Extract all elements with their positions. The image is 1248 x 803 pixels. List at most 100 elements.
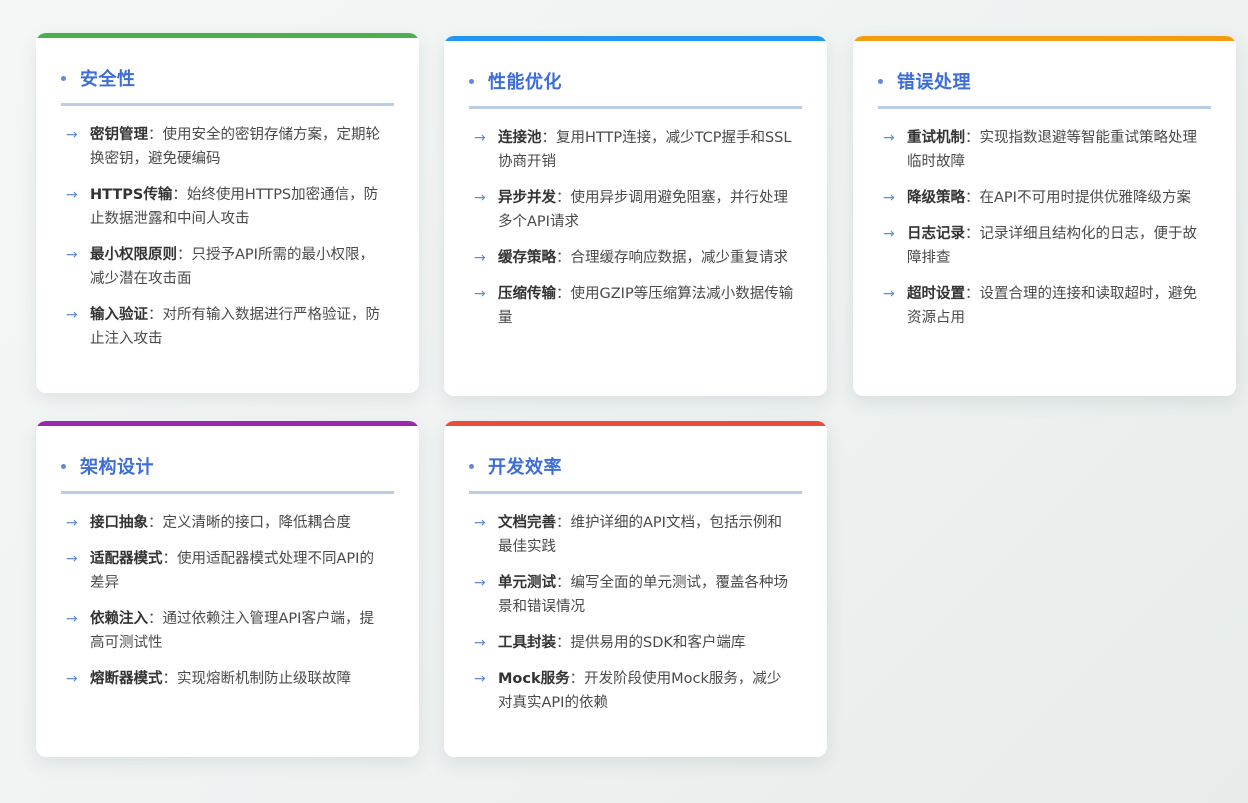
arrow-right-icon: → [66,307,78,323]
item-title: 工具封装 [498,635,556,651]
arrow-right-icon: → [474,130,486,146]
item-list: → 接口抽象：定义清晰的接口，降低耦合度 → 适配器模式：使用适配器模式处理不同… [66,511,386,703]
item-title: 连接池 [498,130,542,146]
arrow-right-icon: → [66,611,78,627]
item-list: → 重试机制：实现指数退避等智能重试策略处理临时故障 → 降级策略：在API不可… [883,126,1203,342]
divider [61,103,394,106]
card-title: 开发效率 [488,457,562,478]
item-separator: ： [172,187,187,203]
list-item: → 工具封装：提供易用的SDK和客户端库 [474,631,794,655]
arrow-right-icon: → [66,551,78,567]
item-list: → 密钥管理：使用安全的密钥存储方案，定期轮换密钥，避免硬编码 → HTTPS传… [66,123,386,363]
item-title: HTTPS传输 [90,187,173,203]
item-list: → 连接池：复用HTTP连接，减少TCP握手和SSL协商开销 → 异步并发：使用… [474,126,794,342]
item-separator: ： [965,226,980,242]
item-title: 重试机制 [907,130,965,146]
divider [878,106,1211,109]
item-separator: ： [162,671,178,687]
bullet-icon [878,78,883,84]
item-title: 输入验证 [90,307,148,323]
item-title: 接口抽象 [90,515,148,531]
list-item: → 熔断器模式：实现熔断机制防止级联故障 [66,667,386,691]
card-performance: 性能优化 → 连接池：复用HTTP连接，减少TCP握手和SSL协商开销 → 异步… [444,36,827,396]
item-list: → 文档完善：维护详细的API文档，包括示例和最佳实践 → 单元测试：编写全面的… [474,511,794,727]
card-title: 安全性 [80,69,136,90]
list-item: → Mock服务：开发阶段使用Mock服务，减少对真实API的依赖 [474,667,794,715]
list-item: → 输入验证：对所有输入数据进行严格验证，防止注入攻击 [66,303,386,351]
arrow-right-icon: → [474,515,486,531]
item-separator: ： [965,286,980,302]
list-item: → HTTPS传输：始终使用HTTPS加密通信，防止数据泄露和中间人攻击 [66,183,386,231]
arrow-right-icon: → [66,247,78,263]
item-separator: ： [148,515,163,531]
list-item: → 异步并发：使用异步调用避免阻塞，并行处理多个API请求 [474,186,794,234]
item-title: 最小权限原则 [90,247,177,263]
item-separator: ： [965,130,980,146]
item-title: 密钥管理 [90,127,148,143]
item-separator: ： [556,286,571,302]
arrow-right-icon: → [883,190,895,206]
arrow-right-icon: → [474,635,486,651]
arrow-right-icon: → [474,286,486,302]
list-item: → 超时设置：设置合理的连接和读取超时，避免资源占用 [883,282,1203,330]
card-header: 性能优化 [469,68,562,94]
arrow-right-icon: → [474,190,486,206]
list-item: → 最小权限原则：只授予API所需的最小权限，减少潜在攻击面 [66,243,386,291]
item-title: 单元测试 [498,575,556,591]
item-separator: ： [556,575,571,591]
list-item: → 缓存策略：合理缓存响应数据，减少重复请求 [474,246,794,270]
item-separator: ： [177,247,192,263]
item-title: 降级策略 [907,190,965,206]
item-separator: ： [556,515,571,531]
item-separator: ： [148,611,163,627]
list-item: → 密钥管理：使用安全的密钥存储方案，定期轮换密钥，避免硬编码 [66,123,386,171]
arrow-right-icon: → [66,127,78,143]
arrow-right-icon: → [66,515,78,531]
arrow-right-icon: → [474,575,486,591]
list-item: → 接口抽象：定义清晰的接口，降低耦合度 [66,511,386,535]
item-title: 适配器模式 [90,551,163,567]
item-title: 文档完善 [498,515,556,531]
item-title: 依赖注入 [90,611,148,627]
list-item: → 连接池：复用HTTP连接，减少TCP握手和SSL协商开销 [474,126,794,174]
divider [61,491,394,494]
arrow-right-icon: → [66,671,78,687]
list-item: → 单元测试：编写全面的单元测试，覆盖各种场景和错误情况 [474,571,794,619]
list-item: → 适配器模式：使用适配器模式处理不同API的差异 [66,547,386,595]
item-title: Mock服务 [498,671,570,687]
card-error-handling: 错误处理 → 重试机制：实现指数退避等智能重试策略处理临时故障 → 降级策略：在… [853,36,1236,396]
divider [469,106,802,109]
card-header: 架构设计 [61,453,154,479]
item-description: 提供易用的SDK和客户端库 [570,635,746,651]
arrow-right-icon: → [883,286,895,302]
card-title: 性能优化 [488,72,562,93]
item-description: 定义清晰的接口，降低耦合度 [162,515,352,531]
arrow-right-icon: → [474,250,486,266]
arrow-right-icon: → [883,226,895,242]
item-separator: ： [556,190,571,206]
item-title: 超时设置 [907,286,965,302]
item-separator: ： [148,127,163,143]
list-item: → 日志记录：记录详细且结构化的日志，便于故障排查 [883,222,1203,270]
item-description: 在API不可用时提供优雅降级方案 [979,190,1191,206]
list-item: → 降级策略：在API不可用时提供优雅降级方案 [883,186,1203,210]
item-description: 合理缓存响应数据，减少重复请求 [570,250,789,266]
item-title: 缓存策略 [498,250,556,266]
item-separator: ： [162,551,178,567]
arrow-right-icon: → [883,130,895,146]
item-separator: ： [569,671,585,687]
list-item: → 压缩传输：使用GZIP等压缩算法减小数据传输量 [474,282,794,330]
item-description: 实现熔断机制防止级联故障 [177,671,351,687]
divider [469,491,802,494]
item-separator: ： [556,635,571,651]
card-header: 安全性 [61,65,136,91]
item-separator: ： [148,307,163,323]
card-dev-efficiency: 开发效率 → 文档完善：维护详细的API文档，包括示例和最佳实践 → 单元测试：… [444,421,827,757]
list-item: → 文档完善：维护详细的API文档，包括示例和最佳实践 [474,511,794,559]
item-title: 熔断器模式 [90,671,163,687]
item-title: 压缩传输 [498,286,556,302]
card-title: 错误处理 [897,72,971,93]
item-separator: ： [556,250,571,266]
arrow-right-icon: → [474,671,486,687]
card-security: 安全性 → 密钥管理：使用安全的密钥存储方案，定期轮换密钥，避免硬编码 → HT… [36,33,419,393]
